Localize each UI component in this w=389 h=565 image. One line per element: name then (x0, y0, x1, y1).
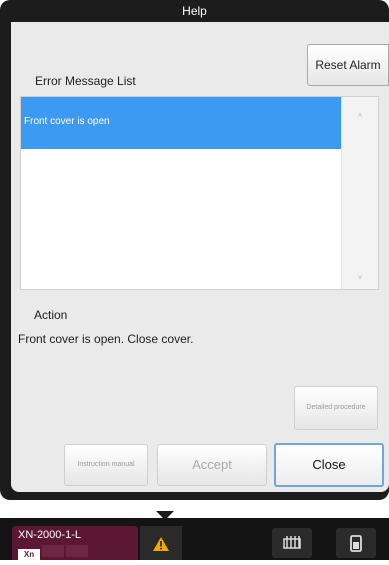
mode-3[interactable] (66, 545, 88, 557)
help-dialog: Help Reset Alarm Error Message List Fron… (0, 0, 389, 500)
device-selector[interactable]: XN-2000-1-L Xn (12, 526, 138, 561)
scroll-down-icon[interactable]: ˅ (342, 273, 378, 282)
action-label: Action (34, 308, 68, 322)
error-list-item-text: Front cover is open (24, 116, 110, 127)
warning-triangle-icon (153, 537, 169, 551)
error-list-item[interactable]: Front cover is open (21, 97, 341, 149)
close-button[interactable]: Close (274, 443, 384, 487)
mode-xn[interactable]: Xn (18, 549, 40, 561)
mode-2[interactable] (42, 545, 64, 557)
detailed-procedure-button[interactable]: Detailed procedure (294, 386, 378, 430)
close-label: Close (312, 457, 346, 472)
reset-alarm-button[interactable]: Reset Alarm (307, 44, 389, 86)
taskbar: XN-2000-1-L Xn (0, 518, 389, 561)
detailed-procedure-label: Detailed procedure (306, 404, 366, 411)
analyzer-button[interactable] (272, 528, 312, 558)
tube-icon (350, 535, 362, 552)
dialog-title: Help (182, 4, 207, 18)
analyzer-icon (283, 536, 301, 549)
error-message-list[interactable]: Front cover is open ˄ ˅ (20, 96, 379, 290)
reset-alarm-label: Reset Alarm (315, 58, 381, 72)
scroll-up-icon[interactable]: ˄ (342, 111, 378, 120)
accept-button[interactable]: Accept (157, 444, 267, 486)
tube-button[interactable] (336, 528, 376, 558)
instruction-manual-label: Instruction manual (77, 461, 135, 468)
mode-row: Xn (18, 544, 90, 561)
screen: Help Reset Alarm Error Message List Fron… (0, 0, 389, 561)
accept-label: Accept (192, 457, 232, 472)
device-name: XN-2000-1-L (18, 529, 81, 541)
error-list-label: Error Message List (35, 74, 136, 88)
list-scrollbar[interactable]: ˄ ˅ (341, 97, 378, 289)
instruction-manual-button[interactable]: Instruction manual (64, 444, 148, 486)
warning-tab[interactable] (140, 526, 182, 560)
action-text: Front cover is open. Close cover. (18, 332, 194, 346)
